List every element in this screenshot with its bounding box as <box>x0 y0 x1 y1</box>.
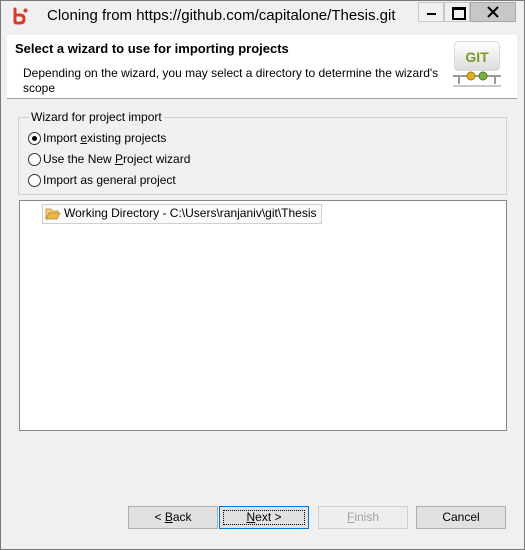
wizard-page-title: Select a wizard to use for importing pro… <box>15 41 289 56</box>
cancel-button[interactable]: Cancel <box>416 506 506 529</box>
next-button[interactable]: Next > <box>219 506 309 529</box>
title-bar: Cloning from https://github.com/capitalo… <box>1 1 524 31</box>
back-button[interactable]: < Back <box>128 506 218 529</box>
folder-open-icon <box>45 208 61 220</box>
tree-item-working-directory[interactable]: Working Directory - C:\Users\ranjaniv\gi… <box>42 204 322 224</box>
wizard-banner: Select a wizard to use for importing pro… <box>7 35 517 99</box>
radio-selected-dot <box>32 136 37 141</box>
radio-label: Import as general project <box>43 173 176 187</box>
close-button[interactable] <box>470 2 516 22</box>
radio-label: Import existing projects <box>43 131 167 145</box>
git-logo-text: GIT <box>465 49 489 65</box>
radio-button[interactable] <box>28 153 41 166</box>
radio-button[interactable] <box>28 174 41 187</box>
maximize-icon <box>452 7 466 20</box>
finish-button[interactable]: Finish <box>318 506 408 529</box>
app-logo-icon <box>13 7 28 25</box>
tree-item-label: Working Directory - C:\Users\ranjaniv\gi… <box>64 206 317 220</box>
dialog-window: Cloning from https://github.com/capitalo… <box>0 0 525 550</box>
minimize-button[interactable] <box>418 2 444 22</box>
close-icon <box>487 6 499 18</box>
wizard-page-description: Depending on the wizard, you may select … <box>23 66 439 95</box>
focus-rect <box>223 510 305 525</box>
window-title: Cloning from https://github.com/capitalo… <box>47 7 396 24</box>
radio-label: Use the New Project wizard <box>43 152 191 166</box>
radio-button[interactable] <box>28 132 41 145</box>
minimize-icon <box>427 13 436 15</box>
maximize-button[interactable] <box>444 2 470 22</box>
project-tree[interactable]: Working Directory - C:\Users\ranjaniv\gi… <box>19 200 507 431</box>
git-logo-icon: GIT <box>453 41 501 87</box>
wizard-group-label: Wizard for project import <box>29 110 164 124</box>
